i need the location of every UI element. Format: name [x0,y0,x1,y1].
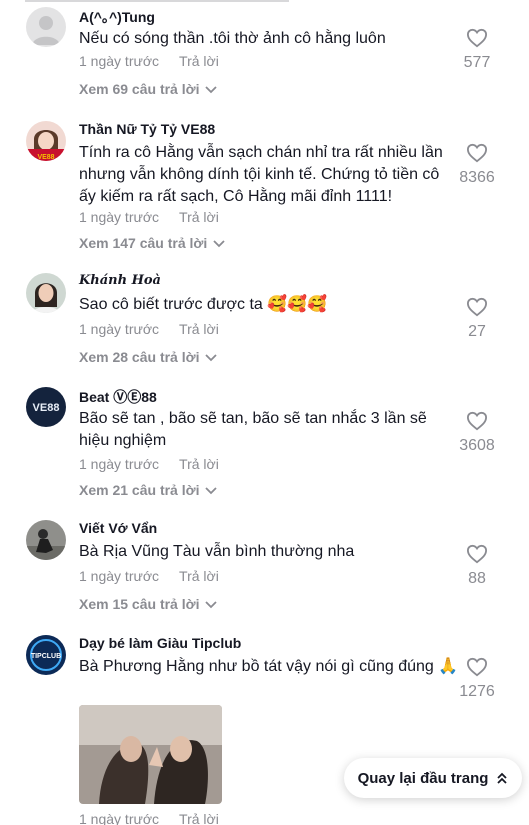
view-replies-button[interactable]: Xem 69 câu trả lời [79,81,218,97]
comment-username[interactable]: A(^｡^)Tung [79,7,155,27]
profile-photo [26,520,66,560]
like-count: 8366 [459,169,495,186]
chevron-down-icon [205,601,218,609]
view-replies-button[interactable]: Xem 15 câu trả lời [79,596,218,612]
comment-username[interactable]: Dạy bé làm Giàu Tipclub [79,635,241,651]
comment-time: 1 ngày trước [79,209,160,225]
chevron-down-icon [205,86,218,94]
chevron-down-icon [205,487,218,495]
reply-button[interactable]: Trả lời [179,209,219,225]
view-replies-button[interactable]: Xem 21 câu trả lời [79,482,218,498]
comment-meta: 1 ngày trước Trả lời [79,811,219,825]
heart-icon[interactable] [466,411,488,431]
reply-button[interactable]: Trả lời [179,811,219,825]
comment-meta: 1 ngày trước Trả lời [79,456,219,472]
like-area: 3608 [447,411,507,455]
comment-time: 1 ngày trước [79,456,160,472]
view-replies-label: Xem 28 câu trả lời [79,349,200,365]
comment-meta: 1 ngày trước Trả lời [79,53,219,69]
profile-photo: VE88 [26,121,66,161]
comment-time: 1 ngày trước [79,321,160,337]
avatar[interactable]: VE88 [26,387,66,427]
comment-time: 1 ngày trước [79,568,160,584]
tipclub-logo: TIPCLUB [26,635,66,675]
heart-icon[interactable] [466,544,488,564]
like-area: 1276 [447,657,507,701]
heart-icon[interactable] [466,28,488,48]
like-count: 88 [468,570,486,587]
comment-text: Bà Phương Hằng như bồ tát vậy nói gì cũn… [79,658,459,675]
view-replies-label: Xem 69 câu trả lời [79,81,200,97]
default-avatar-icon [26,7,66,47]
like-area: 27 [447,297,507,341]
reply-button[interactable]: Trả lời [179,321,219,337]
comment-text: Sao cô biết trước được ta 🥰🥰🥰 [79,296,328,313]
comment-text: Bão sẽ tan , bão sẽ tan, bão sẽ tan nhắc… [79,410,427,449]
praying-photo [79,705,222,804]
view-replies-button[interactable]: Xem 28 câu trả lời [79,349,218,365]
like-area: 8366 [447,143,507,187]
avatar[interactable] [26,273,66,313]
svg-text:TIPCLUB: TIPCLUB [31,653,61,660]
heart-icon[interactable] [466,297,488,317]
like-count: 577 [463,54,491,71]
heart-icon[interactable] [466,143,488,163]
like-count: 1276 [459,683,495,700]
comment-username[interactable]: 𝑲𝒉𝒂́𝒏𝒉 𝑯𝒐𝒂̀ [79,273,161,288]
comment-text: Bà Rịa Vũng Tàu vẫn bình thường nha [79,543,355,560]
like-count: 3608 [459,437,495,454]
comment-text: Nếu có sóng thần .tôi thờ ảnh cô hằng lu… [79,30,386,47]
double-chevron-up-icon [497,772,508,784]
reply-button[interactable]: Trả lời [179,568,219,584]
comment-time: 1 ngày trước [79,811,160,825]
comment-username[interactable]: Beat ⓋⒺ88 [79,387,157,407]
comment-username[interactable]: Thần Nữ Tỷ Tỷ VE88 [79,121,215,137]
reply-button[interactable]: Trả lời [179,53,219,69]
back-to-top-button[interactable]: Quay lại đầu trang [344,758,522,798]
comment-time: 1 ngày trước [79,53,160,69]
svg-text:VE88: VE88 [37,154,54,161]
like-count: 27 [468,323,486,340]
view-replies-label: Xem 15 câu trả lời [79,596,200,612]
avatar[interactable]: TIPCLUB [26,635,66,675]
profile-photo [26,273,66,313]
view-replies-label: Xem 21 câu trả lời [79,482,200,498]
chevron-down-icon [205,354,218,362]
comment-text: Tính ra cô Hằng vẫn sạch chán nhỉ tra rấ… [79,144,443,205]
comment-meta: 1 ngày trước Trả lời [79,568,219,584]
comment-image[interactable] [79,705,222,804]
ve88-logo: VE88 [26,387,66,427]
back-to-top-label: Quay lại đầu trang [357,769,489,787]
chevron-down-icon [213,240,225,248]
like-area: 88 [447,544,507,588]
reply-button[interactable]: Trả lời [179,456,219,472]
avatar[interactable] [26,520,66,560]
svg-text:VE88: VE88 [33,402,60,414]
avatar[interactable]: VE88 [26,121,66,161]
comment-meta: 1 ngày trước Trả lời [79,209,219,225]
avatar[interactable] [26,7,66,47]
comment-username[interactable]: Viết Vớ Vẩn [79,520,157,536]
heart-icon[interactable] [466,657,488,677]
like-area: 577 [447,28,507,72]
view-replies-button[interactable]: Xem 147 câu trả lời [79,235,225,251]
view-replies-label: Xem 147 câu trả lời [79,235,208,251]
comment-meta: 1 ngày trước Trả lời [79,321,219,337]
top-divider [25,0,289,2]
